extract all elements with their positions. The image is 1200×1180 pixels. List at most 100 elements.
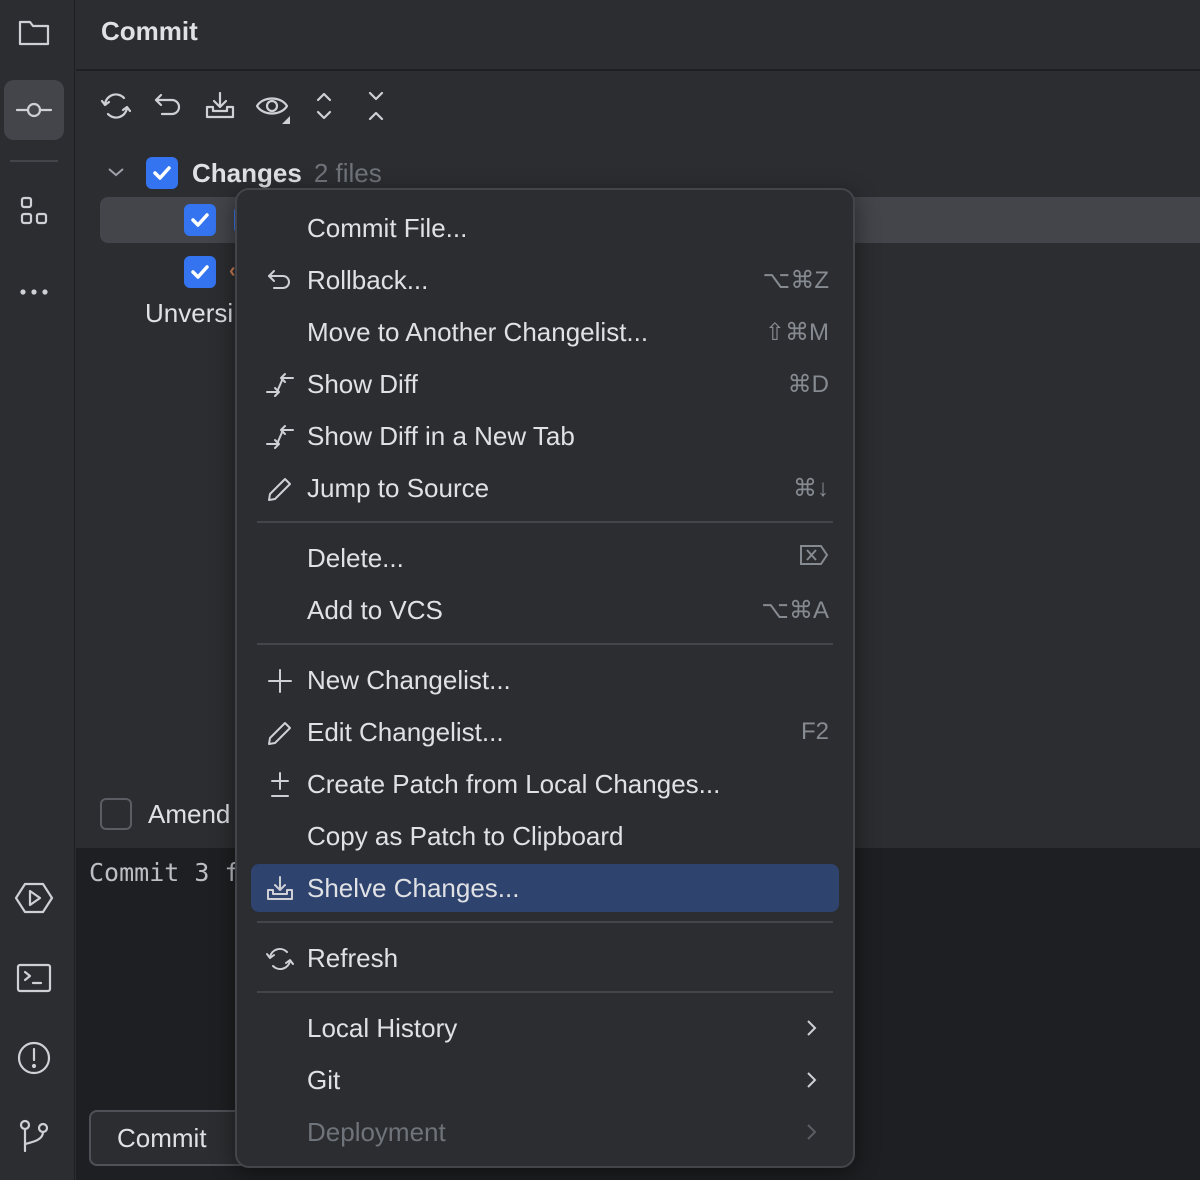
amend-label: Amend: [148, 798, 231, 829]
project-tool-button[interactable]: [4, 2, 64, 62]
rollback-icon: [268, 270, 290, 289]
structure-icon: [20, 196, 48, 225]
dropdown-indicator: [282, 116, 290, 124]
git-tool-button[interactable]: [4, 1106, 64, 1166]
menu-item-delete[interactable]: Delete...: [251, 534, 839, 582]
commit-tool-button[interactable]: [4, 80, 64, 140]
menu-item-label: Create Patch from Local Changes...: [307, 768, 721, 799]
tool-window-strip: [0, 0, 75, 1180]
diff-icon: [266, 425, 294, 449]
rollback-icon: [154, 93, 181, 116]
more-tool-button[interactable]: [4, 262, 64, 322]
pencil-icon: [268, 478, 291, 501]
structure-tool-button[interactable]: [4, 182, 64, 242]
menu-item-shortcut: ⌘↓: [793, 474, 829, 502]
menu-item-label: Move to Another Changelist...: [307, 316, 649, 347]
menu-item-label: Delete...: [307, 542, 404, 573]
refresh-icon: [100, 93, 132, 119]
file-checkbox[interactable]: [184, 256, 216, 288]
pencil-icon: [268, 722, 291, 745]
menu-item-shortcut: F2: [800, 718, 829, 745]
menu-item-refresh[interactable]: Refresh: [251, 934, 839, 982]
expand-all-button[interactable]: [304, 86, 344, 126]
menu-item-new-changelist[interactable]: New Changelist...: [251, 656, 839, 704]
menu-item-label: Edit Changelist...: [307, 716, 504, 747]
menu-item-jump-to-source[interactable]: Jump to Source ⌘↓: [251, 464, 839, 512]
more-icon: [20, 289, 48, 295]
menu-item-label: Local History: [307, 1012, 458, 1043]
menu-item-label: Add to VCS: [307, 594, 443, 625]
menu-item-shortcut: ⌘D: [787, 370, 829, 398]
menu-item-label: Commit File...: [307, 212, 468, 243]
expand-all-icon: [316, 92, 332, 120]
shelve-icon: [205, 91, 235, 119]
commit-message-text: Commit 3 f: [89, 858, 240, 887]
menu-item-label: Git: [307, 1064, 341, 1095]
rollback-button[interactable]: [148, 86, 188, 126]
file-checkbox[interactable]: [184, 204, 216, 236]
menu-item-label: Jump to Source: [307, 472, 490, 503]
unversioned-files-node[interactable]: Unversi: [145, 298, 233, 329]
menu-item-move-to-changelist[interactable]: Move to Another Changelist... ⇧⌘M: [251, 308, 839, 356]
menu-separator: [257, 643, 833, 645]
menu-item-shelve-changes[interactable]: Shelve Changes...: [251, 864, 839, 912]
chevron-down-icon[interactable]: [104, 160, 128, 184]
menu-item-label: Shelve Changes...: [307, 872, 520, 903]
services-tool-button[interactable]: [4, 868, 64, 928]
shelve-icon: [267, 876, 293, 900]
panel-header: Commit: [76, 0, 1200, 71]
plus-icon: [268, 669, 292, 693]
collapse-all-icon: [368, 91, 384, 121]
menu-item-commit-file[interactable]: Commit File...: [251, 204, 839, 252]
context-menu: Commit File... Rollback... ⌥⌘Z Move to A…: [235, 188, 855, 1168]
checkmark-icon: [191, 213, 209, 227]
menu-item-rollback[interactable]: Rollback... ⌥⌘Z: [251, 256, 839, 304]
git-branch-icon: [19, 1119, 49, 1153]
menu-item-label: Rollback...: [307, 264, 429, 295]
amend-option[interactable]: Amend: [100, 798, 230, 830]
menu-item-label: Show Diff: [307, 368, 418, 399]
menu-item-show-diff[interactable]: Show Diff ⌘D: [251, 360, 839, 408]
changelist-count: 2 files: [313, 157, 382, 188]
menu-item-shortcut: ⌥⌘A: [761, 596, 829, 624]
shelve-button[interactable]: [200, 86, 240, 126]
checkmark-icon: [191, 265, 209, 279]
terminal-tool-button[interactable]: [4, 948, 64, 1008]
menu-separator: [257, 921, 833, 923]
menu-item-local-history[interactable]: Local History: [251, 1004, 839, 1052]
commit-button[interactable]: Commit: [89, 1110, 249, 1166]
menu-item-label: Copy as Patch to Clipboard: [307, 820, 624, 851]
terminal-icon: [16, 963, 52, 993]
file-row[interactable]: [184, 197, 216, 243]
changelist-checkbox[interactable]: [146, 157, 178, 189]
refresh-button[interactable]: [96, 86, 136, 126]
menu-separator: [257, 991, 833, 993]
collapse-all-button[interactable]: [356, 86, 396, 126]
changelist-name: Changes: [192, 157, 302, 188]
checkmark-icon: [153, 166, 171, 180]
view-options-button[interactable]: [252, 86, 292, 126]
menu-item-create-patch[interactable]: Create Patch from Local Changes...: [251, 760, 839, 808]
menu-item-git[interactable]: Git: [251, 1056, 839, 1104]
menu-item-label: New Changelist...: [307, 664, 511, 695]
strip-divider: [10, 160, 58, 162]
menu-item-copy-patch[interactable]: Copy as Patch to Clipboard: [251, 812, 839, 860]
menu-item-deployment: Deployment: [251, 1108, 839, 1156]
services-icon: [14, 882, 54, 914]
delete-key-icon: [799, 544, 829, 573]
file-row[interactable]: [184, 249, 216, 295]
menu-item-show-diff-new-tab[interactable]: Show Diff in a New Tab: [251, 412, 839, 460]
project-folder-icon: [18, 20, 50, 46]
problems-icon: [17, 1041, 51, 1075]
menu-item-add-to-vcs[interactable]: Add to VCS ⌥⌘A: [251, 586, 839, 634]
problems-tool-button[interactable]: [4, 1028, 64, 1088]
menu-item-edit-changelist[interactable]: Edit Changelist... F2: [251, 708, 839, 756]
patch-icon: [271, 772, 289, 797]
menu-item-label: Refresh: [307, 942, 399, 973]
menu-item-shortcut: ⇧⌘M: [764, 318, 829, 346]
chevron-right-icon: [807, 1124, 817, 1140]
commit-icon: [15, 102, 53, 118]
amend-checkbox[interactable]: [100, 798, 132, 830]
menu-item-label: Show Diff in a New Tab: [307, 420, 575, 451]
menu-item-label: Deployment: [307, 1116, 446, 1147]
